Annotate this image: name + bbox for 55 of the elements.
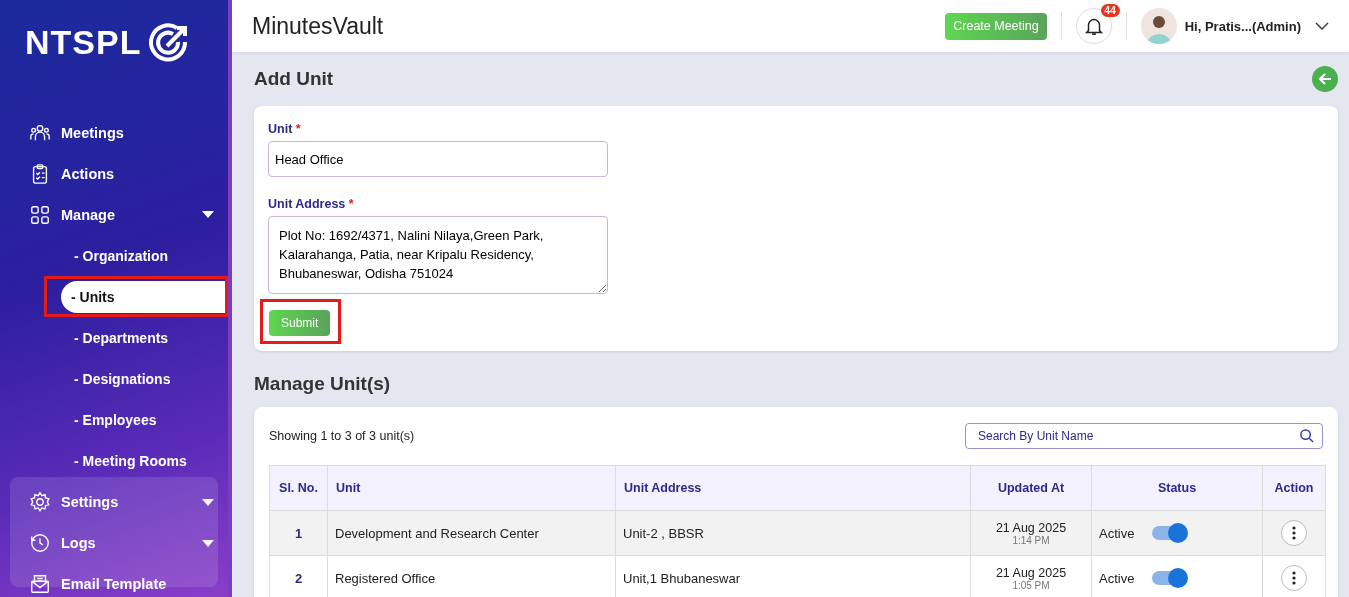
column-header: Unit Address xyxy=(615,465,971,511)
field-label: Unit Address * xyxy=(268,197,354,211)
back-button[interactable] xyxy=(1312,66,1338,92)
column-header: Action xyxy=(1262,465,1326,511)
clock-icon xyxy=(29,531,51,554)
nav-item[interactable]: Settings xyxy=(0,481,228,522)
notification-badge: 44 xyxy=(1100,4,1120,17)
nav-subitem[interactable]: - Units xyxy=(61,280,225,313)
updated-date: 21 Aug 2025 xyxy=(994,520,1068,535)
nav-subitem[interactable]: - Employees xyxy=(64,403,225,436)
logo-text: NTSPL xyxy=(25,22,142,62)
field-label: Unit * xyxy=(268,122,301,136)
column-header: Updated At xyxy=(970,465,1092,511)
more-button[interactable] xyxy=(1281,565,1307,591)
nav-item[interactable]: Manage xyxy=(0,194,228,235)
search-icon xyxy=(1299,428,1314,443)
table-cell: 1 xyxy=(269,510,328,556)
avatar-silhouette xyxy=(1140,8,1177,44)
chevron-down-icon[interactable] xyxy=(1315,22,1329,30)
table-cell: Unit-2 , BBSR xyxy=(615,510,971,556)
column-header: Status xyxy=(1091,465,1263,511)
status-text: Active xyxy=(1099,525,1135,541)
table-cell: Development and Research Center xyxy=(327,510,616,556)
unit-input[interactable]: Head Office xyxy=(268,141,608,177)
status-toggle[interactable] xyxy=(1152,571,1187,585)
nav-subitem[interactable]: - Departments xyxy=(64,321,225,354)
nav-item[interactable]: Logs xyxy=(0,522,228,563)
nav-subitem[interactable]: - Organization xyxy=(64,239,225,272)
more-button[interactable] xyxy=(1281,520,1307,546)
grid-icon xyxy=(29,203,51,226)
more-vertical-icon xyxy=(1292,571,1296,585)
results-count: Showing 1 to 3 of 3 unit(s) xyxy=(269,429,415,443)
updated-date: 21 Aug 2025 xyxy=(994,565,1068,580)
more-vertical-icon xyxy=(1292,526,1296,540)
column-header: Unit xyxy=(327,465,616,511)
column-header: Sl. No. xyxy=(269,465,328,511)
section-title: Manage Unit(s) xyxy=(254,373,392,395)
status-toggle[interactable] xyxy=(1152,526,1187,540)
user-menu[interactable]: Hi, Pratis...(Admin) xyxy=(1184,18,1301,34)
nav-subitem[interactable]: - Meeting Rooms xyxy=(64,444,225,477)
nav-subitem[interactable]: - Designations xyxy=(64,362,225,395)
settings-icon xyxy=(29,490,51,513)
arrow-left-icon xyxy=(1317,71,1333,87)
address-textarea[interactable]: Plot No: 1692/4371, Nalini Nilaya,Green Park, Kalarahanga, Patia, near Kripalu Residency, Bhubaneswar, Odisha 751024 xyxy=(268,216,608,294)
envelope-icon xyxy=(29,572,51,595)
nav-item[interactable]: Meetings xyxy=(0,112,228,153)
updated-time: 1:14 PM xyxy=(1011,534,1051,546)
table-cell: 2 xyxy=(269,555,328,597)
app-title: MinutesVault xyxy=(252,12,384,40)
nav-item[interactable]: Email Template xyxy=(0,563,228,597)
status-text: Active xyxy=(1099,570,1135,586)
search-field[interactable]: Search By Unit Name xyxy=(965,423,1323,449)
section-title: Add Unit xyxy=(254,68,334,90)
nav-item[interactable]: Actions xyxy=(0,153,228,194)
updated-time: 1:05 PM xyxy=(1011,579,1051,591)
